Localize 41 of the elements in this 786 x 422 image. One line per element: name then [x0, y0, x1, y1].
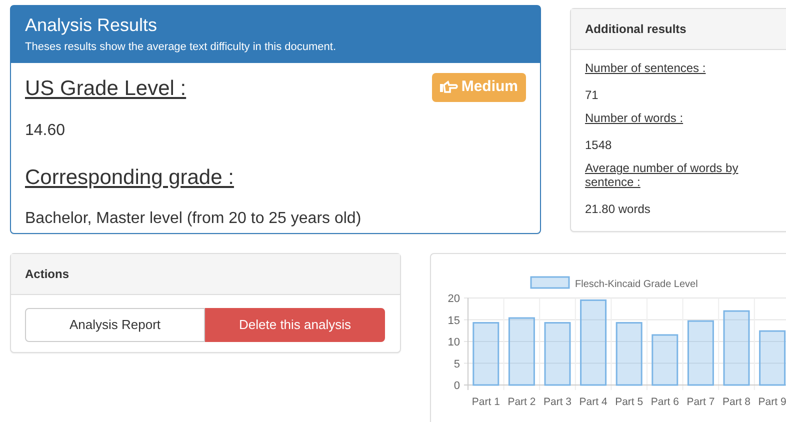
- report-button[interactable]: Analysis Report: [25, 308, 205, 342]
- legend-label: Flesch-Kincaid Grade Level: [575, 279, 698, 290]
- stat-value: 71: [585, 87, 600, 104]
- x-axis-label: Part 3: [544, 396, 572, 408]
- legend-swatch: [530, 276, 570, 289]
- grade-value: 14.60: [25, 120, 66, 141]
- y-tick-label: 10: [448, 336, 460, 348]
- bar: [616, 322, 642, 386]
- heading-label: Corresponding grade :: [25, 164, 235, 191]
- bar: [687, 320, 714, 386]
- x-axis-label: Part 1: [472, 396, 500, 408]
- bar: [652, 334, 678, 386]
- x-axis-label: Part 9: [758, 396, 786, 408]
- grade-description: Bachelor, Master level (from 20 to 25 years old): [25, 209, 362, 230]
- bar: [508, 317, 535, 386]
- stat-value: 21.80 words: [585, 200, 652, 218]
- stat-label: Average number of words by sentence :: [585, 162, 740, 189]
- x-axis-label: Part 8: [722, 396, 750, 408]
- stat-label: Number of words :: [585, 112, 684, 126]
- x-axis-label: Part 6: [650, 396, 679, 408]
- stat-value: 1548: [585, 137, 613, 154]
- heading-label: US Grade Level :: [25, 76, 186, 102]
- y-tick-label: 0: [454, 380, 460, 392]
- panel-subtitle: Theses results show the average text difficulty in this document.: [25, 40, 338, 55]
- y-tick-label: 15: [448, 314, 460, 327]
- pointing-hand-icon: [440, 80, 458, 95]
- y-tick-label: 20: [448, 293, 460, 305]
- panel-header: Actions: [11, 254, 400, 295]
- x-axis-label: Part 5: [615, 396, 644, 408]
- x-axis-label: Part 7: [686, 396, 715, 408]
- bar: [544, 322, 571, 386]
- stat-label: Number of sentences :: [585, 62, 707, 76]
- bar: [472, 322, 500, 386]
- bar: [759, 330, 786, 386]
- x-axis-label: Part 2: [508, 396, 536, 408]
- badge-label: Medium: [461, 77, 518, 98]
- y-tick-label: 5: [454, 358, 460, 370]
- panel-header: Additional results: [571, 9, 786, 50]
- panel-title: Analysis Results: [25, 15, 158, 37]
- delete-button[interactable]: Delete this analysis: [205, 308, 385, 342]
- x-axis-label: Part 4: [579, 396, 608, 408]
